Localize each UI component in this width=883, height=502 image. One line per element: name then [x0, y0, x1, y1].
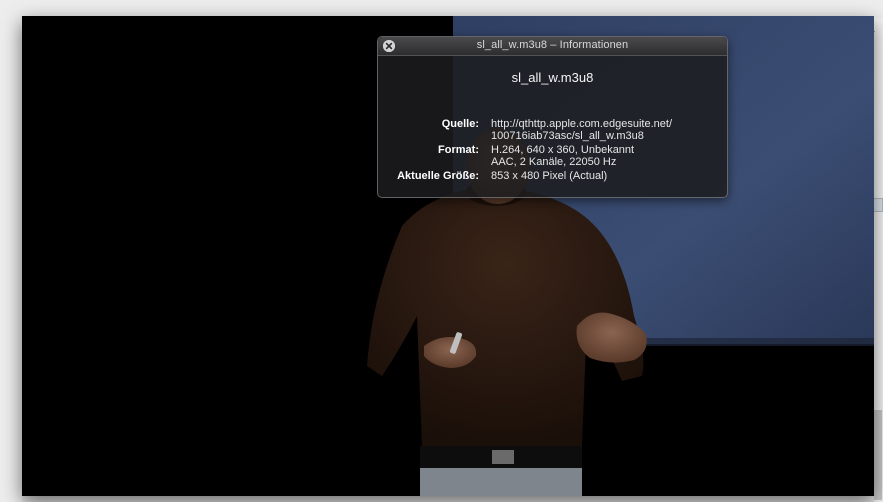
source-value: http://qthttp.apple.com.edgesuite.net/ 1…	[491, 118, 672, 142]
info-row-source: Quelle: http://qthttp.apple.com.edgesuit…	[378, 118, 727, 142]
info-details: Quelle: http://qthttp.apple.com.edgesuit…	[378, 118, 727, 184]
size-value: 853 x 480 Pixel (Actual)	[491, 170, 607, 182]
desktop: r	[0, 0, 883, 502]
file-name: sl_all_w.m3u8	[511, 70, 594, 85]
format-value-line: H.264, 640 x 360, Unbekannt	[491, 144, 635, 156]
info-panel[interactable]: sl_all_w.m3u8 – Informationen sl_all_w.m…	[377, 36, 728, 198]
format-value-line: AAC, 2 Kanäle, 22050 Hz	[491, 156, 617, 168]
desktop-bottom-strip	[22, 496, 874, 502]
source-label: Quelle:	[441, 118, 479, 130]
format-value: H.264, 640 x 360, Unbekannt AAC, 2 Kanäl…	[491, 144, 634, 168]
info-panel-title: sl_all_w.m3u8 – Informationen	[476, 39, 629, 51]
info-row-size: Aktuelle Größe: 853 x 480 Pixel (Actual)	[378, 170, 727, 182]
format-label: Format:	[438, 144, 479, 156]
size-label: Aktuelle Größe:	[397, 170, 479, 182]
source-value-line: http://qthttp.apple.com.edgesuite.net/	[491, 118, 673, 130]
size-value-line: 853 x 480 Pixel (Actual)	[491, 170, 608, 182]
info-panel-titlebar[interactable]: sl_all_w.m3u8 – Informationen	[378, 37, 727, 56]
info-row-format: Format: H.264, 640 x 360, Unbekannt AAC,…	[378, 144, 727, 168]
source-value-line: 100716iab73asc/sl_all_w.m3u8	[491, 130, 644, 142]
video-player-window[interactable]: sl_all_w.m3u8 – Informationen sl_all_w.m…	[22, 16, 874, 496]
